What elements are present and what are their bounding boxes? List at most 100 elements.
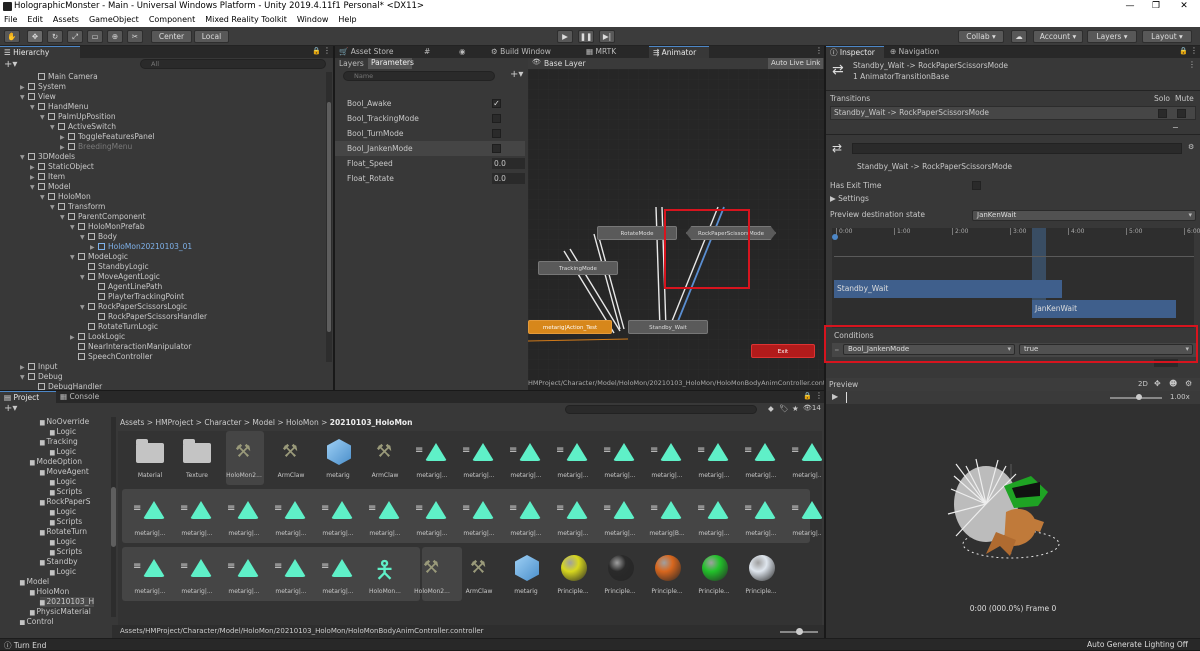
hierarchy-item[interactable]: ▶ HoloMon20210103_01	[90, 242, 192, 252]
project-tree-scrollbar[interactable]	[111, 417, 116, 617]
foldout-arrow-icon[interactable]: ▼	[80, 303, 88, 313]
parameter-checkbox[interactable]: ✓	[492, 99, 501, 108]
preview-viewport[interactable]	[826, 404, 1200, 624]
asset-item[interactable]: Principle...	[692, 547, 736, 599]
hierarchy-item[interactable]: DebugHandler	[30, 382, 102, 390]
foldout-arrow-icon[interactable]: ▼	[80, 233, 88, 243]
asset-item[interactable]: ≡ metarig|...	[598, 431, 642, 483]
asset-item[interactable]: ≡ metarig|...	[504, 431, 548, 483]
account-dropdown[interactable]: Account ▾	[1033, 30, 1083, 43]
filter-type-icon[interactable]: ◆	[768, 404, 774, 413]
breadcrumb-item[interactable]: Character	[204, 418, 241, 427]
hierarchy-item[interactable]: ▼ ModeLogic	[70, 252, 128, 262]
pivot-center-button[interactable]: Center	[151, 30, 192, 43]
asset-item[interactable]: ≡ metarig|...	[222, 547, 266, 599]
project-folder[interactable]: ▆ Logic	[50, 567, 76, 577]
breadcrumb-item[interactable]: 20210103_HoloMon	[330, 418, 413, 427]
menu-file[interactable]: File	[0, 14, 23, 24]
parameter-value[interactable]: 0.0	[492, 158, 525, 169]
mute-checkbox[interactable]	[1177, 109, 1186, 118]
parameter-checkbox[interactable]	[492, 144, 501, 153]
project-folder[interactable]: ▆ Model	[20, 577, 49, 587]
asset-item[interactable]: metarig	[316, 431, 360, 483]
menu-component[interactable]: Component	[145, 14, 201, 24]
favorite-icon[interactable]: ★	[792, 404, 799, 413]
project-folder[interactable]: ▆ NoOverride	[40, 417, 89, 427]
foldout-arrow-icon[interactable]: ▼	[20, 153, 28, 163]
project-folder[interactable]: ▆ Logic	[50, 447, 76, 457]
hierarchy-scrollbar[interactable]	[326, 72, 332, 362]
maximize-icon[interactable]: ❐	[1144, 1, 1168, 11]
asset-item[interactable]: ≡ metarig|...	[504, 489, 548, 541]
menu-assets[interactable]: Assets	[49, 14, 85, 24]
foldout-arrow-icon[interactable]: ▼	[40, 193, 48, 203]
project-folder[interactable]: ▆ Logic	[50, 477, 76, 487]
minimize-icon[interactable]: —	[1118, 1, 1142, 11]
parameter-checkbox[interactable]	[492, 114, 501, 123]
asset-item[interactable]: ≡ metarig|...	[269, 489, 313, 541]
project-folder[interactable]: ▆ Control	[20, 617, 54, 625]
foldout-arrow-icon[interactable]: ▼	[40, 113, 48, 123]
project-search-input[interactable]	[565, 405, 757, 414]
lock-icon[interactable]: 🔒	[312, 47, 321, 55]
asset-item[interactable]: Principle...	[598, 547, 642, 599]
hierarchy-item[interactable]: ▼ View	[20, 92, 56, 102]
hierarchy-item[interactable]: ▶ Input	[20, 362, 57, 372]
project-folder[interactable]: ▆ ModeOption	[30, 457, 82, 467]
asset-item[interactable]: ≡ metarig|...	[551, 489, 595, 541]
preview-2d-button[interactable]: 2D	[1138, 380, 1148, 388]
animator-graph[interactable]: 👁 Base Layer Auto Live Link RotateMode R…	[528, 58, 824, 390]
scale-tool-icon[interactable]: ⤢	[67, 30, 83, 43]
asset-item[interactable]: Principle...	[739, 547, 783, 599]
asset-item[interactable]: ≡ metarig|...	[786, 431, 822, 483]
icon-size-slider-thumb[interactable]	[796, 628, 803, 635]
asset-item[interactable]: ≡ metarig|...	[128, 489, 172, 541]
asset-item[interactable]: ≡ metarig|...	[363, 489, 407, 541]
hierarchy-item[interactable]: AgentLinePath	[90, 282, 162, 292]
move-tool-icon[interactable]: ✥	[27, 30, 43, 43]
hierarchy-search-input[interactable]	[140, 59, 326, 69]
parameter-row[interactable]: Float_Rotate 0.0	[335, 171, 525, 186]
tab-parameters[interactable]: Parameters	[368, 58, 414, 69]
remove-transition-button[interactable]: −	[1172, 123, 1179, 132]
asset-item[interactable]: ≡ metarig|...	[598, 489, 642, 541]
hierarchy-item[interactable]: RotateTurnLogic	[80, 322, 158, 332]
gear-icon[interactable]: ⚙	[1188, 143, 1194, 151]
foldout-arrow-icon[interactable]: ▼	[20, 373, 28, 383]
layers-dropdown[interactable]: Layers ▾	[1087, 30, 1137, 43]
tab-navigation[interactable]: ⊕ Navigation	[886, 46, 946, 58]
foldout-arrow-icon[interactable]: ▼	[30, 103, 38, 113]
hierarchy-item[interactable]: PlayterTrackingPoint	[90, 292, 184, 302]
hierarchy-item[interactable]: ▼ HandMenu	[30, 102, 88, 112]
project-folder[interactable]: ▆ RockPaperS	[40, 497, 90, 507]
project-folder[interactable]: ▆ Scripts	[50, 487, 82, 497]
layout-dropdown[interactable]: Layout ▾	[1142, 30, 1192, 43]
transition-timeline[interactable]: 0:00 1:00 2:00 3:00 4:00 5:00 6:00 Standby_Wai…	[832, 228, 1200, 328]
foldout-arrow-icon[interactable]: ▼	[80, 273, 88, 283]
hierarchy-item[interactable]: ▼ HoloMonPrefab	[70, 222, 145, 232]
hierarchy-item[interactable]: ▶ ToggleFeaturesPanel	[60, 132, 155, 142]
state-standby-wait[interactable]: Standby_Wait	[628, 320, 708, 334]
rotate-tool-icon[interactable]: ↻	[47, 30, 63, 43]
preview-speed-slider-thumb[interactable]	[1136, 394, 1142, 400]
parameter-name[interactable]: Float_Rotate	[347, 171, 394, 186]
panel-menu-icon[interactable]: ⋮	[815, 46, 823, 55]
hierarchy-item[interactable]: ▼ PalmUpPosition	[40, 112, 116, 122]
timeline-start-marker[interactable]	[832, 234, 838, 240]
asset-item[interactable]: Texture	[175, 431, 219, 483]
bar-janken-wait[interactable]: JanKenWait	[1032, 300, 1176, 318]
bar-standby-wait[interactable]: Standby_Wait	[834, 280, 1062, 298]
tab-game[interactable]: ◉ Game	[455, 46, 487, 68]
asset-item[interactable]: ≡ metarig|...	[410, 489, 454, 541]
tab-inspector[interactable]: ⓘ Inspector	[826, 46, 884, 58]
hand-tool-icon[interactable]: ✋	[4, 30, 20, 43]
tab-mrtk-toolbox[interactable]: ▦ MRTK Toolbox	[582, 46, 648, 68]
header-menu-icon[interactable]: ⋮	[1188, 60, 1196, 69]
hierarchy-item[interactable]: ▶ Item	[30, 172, 65, 182]
parameter-name[interactable]: Float_Speed	[347, 156, 393, 171]
panel-menu-icon[interactable]: ⋮	[1190, 46, 1198, 55]
tab-build-window[interactable]: ⚙ Build Window	[487, 46, 573, 58]
menu-mixed-reality-toolkit[interactable]: Mixed Reality Toolkit	[201, 14, 293, 24]
preview-destination-dropdown[interactable]: JanKenWait	[972, 210, 1196, 221]
tab-layers[interactable]: Layers	[339, 59, 364, 68]
